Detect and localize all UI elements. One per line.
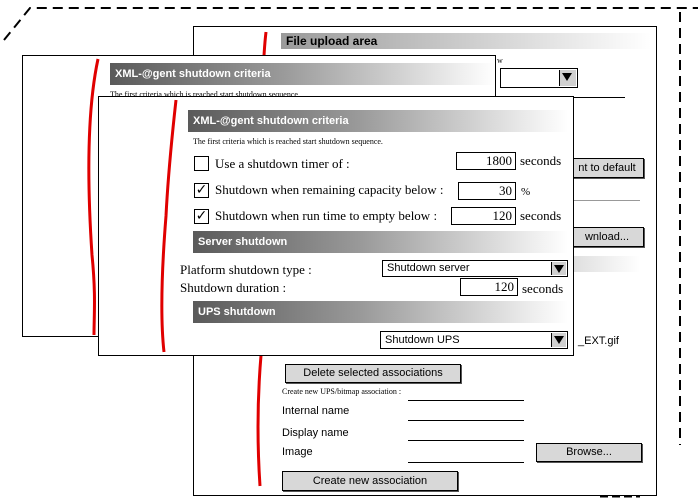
runtime-label: Shutdown when run time to empty below : bbox=[215, 208, 438, 223]
ups-dropdown-arrow-icon bbox=[551, 333, 566, 347]
internal-name-label: Internal name bbox=[282, 405, 350, 417]
timer-label: Use a shutdown timer of : bbox=[215, 156, 350, 171]
ext-filename: _EXT.gif bbox=[578, 335, 619, 347]
image-field[interactable] bbox=[408, 462, 524, 463]
platform-shutdown-select[interactable]: Shutdown server bbox=[382, 260, 568, 277]
ups-shutdown-value: Shutdown UPS bbox=[385, 334, 460, 346]
partial-text: w bbox=[497, 56, 503, 65]
dropdown-arrow-icon bbox=[559, 70, 576, 86]
platform-shutdown-label: Platform shutdown type : bbox=[180, 262, 312, 277]
back-divider-2 bbox=[570, 200, 640, 201]
shutdown-duration-unit: seconds bbox=[522, 281, 564, 296]
timer-checkbox[interactable] bbox=[194, 156, 209, 171]
download-button[interactable]: wnload... bbox=[570, 227, 644, 247]
shutdown-duration-input[interactable]: 120 bbox=[460, 278, 518, 296]
runtime-unit: seconds bbox=[520, 208, 562, 223]
back-dropdown[interactable] bbox=[500, 68, 578, 88]
timer-unit: seconds bbox=[520, 153, 562, 168]
runtime-input[interactable]: 120 bbox=[451, 207, 516, 225]
ups-shutdown-header: UPS shutdown bbox=[193, 301, 568, 323]
capacity-label: Shutdown when remaining capacity below : bbox=[215, 182, 444, 197]
file-upload-title: File upload area bbox=[281, 33, 651, 49]
timer-input[interactable]: 1800 bbox=[456, 152, 516, 170]
internal-name-field[interactable] bbox=[408, 400, 524, 401]
display-name-field[interactable] bbox=[408, 440, 524, 441]
platform-shutdown-value: Shutdown server bbox=[387, 262, 470, 274]
delete-associations-button[interactable]: Delete selected associations bbox=[285, 364, 461, 383]
reset-default-button[interactable]: nt to default bbox=[570, 158, 644, 178]
back-gray-bar bbox=[570, 256, 640, 272]
runtime-checkbox[interactable]: ✓ bbox=[194, 209, 209, 224]
red-line-front bbox=[160, 99, 178, 353]
shutdown-duration-label: Shutdown duration : bbox=[180, 280, 287, 295]
capacity-checkbox[interactable]: ✓ bbox=[194, 183, 209, 198]
server-shutdown-header: Server shutdown bbox=[193, 231, 568, 253]
image-label: Image bbox=[282, 446, 313, 458]
browse-button[interactable]: Browse... bbox=[536, 443, 642, 462]
capacity-input[interactable]: 30 bbox=[458, 182, 516, 200]
create-association-hint: Create new UPS/bitmap association : bbox=[282, 387, 402, 396]
capacity-unit: % bbox=[521, 186, 531, 198]
platform-dropdown-arrow-icon bbox=[551, 262, 566, 275]
internal-name-field-bottom bbox=[408, 420, 524, 421]
middle-panel-title: XML-@gent shutdown criteria bbox=[110, 63, 495, 85]
front-panel-subtitle: The first criteria which is reached star… bbox=[193, 137, 383, 146]
ups-shutdown-select[interactable]: Shutdown UPS bbox=[380, 331, 568, 349]
display-name-label: Display name bbox=[282, 427, 349, 439]
front-panel-title: XML-@gent shutdown criteria bbox=[188, 110, 568, 132]
create-association-button[interactable]: Create new association bbox=[282, 471, 458, 491]
